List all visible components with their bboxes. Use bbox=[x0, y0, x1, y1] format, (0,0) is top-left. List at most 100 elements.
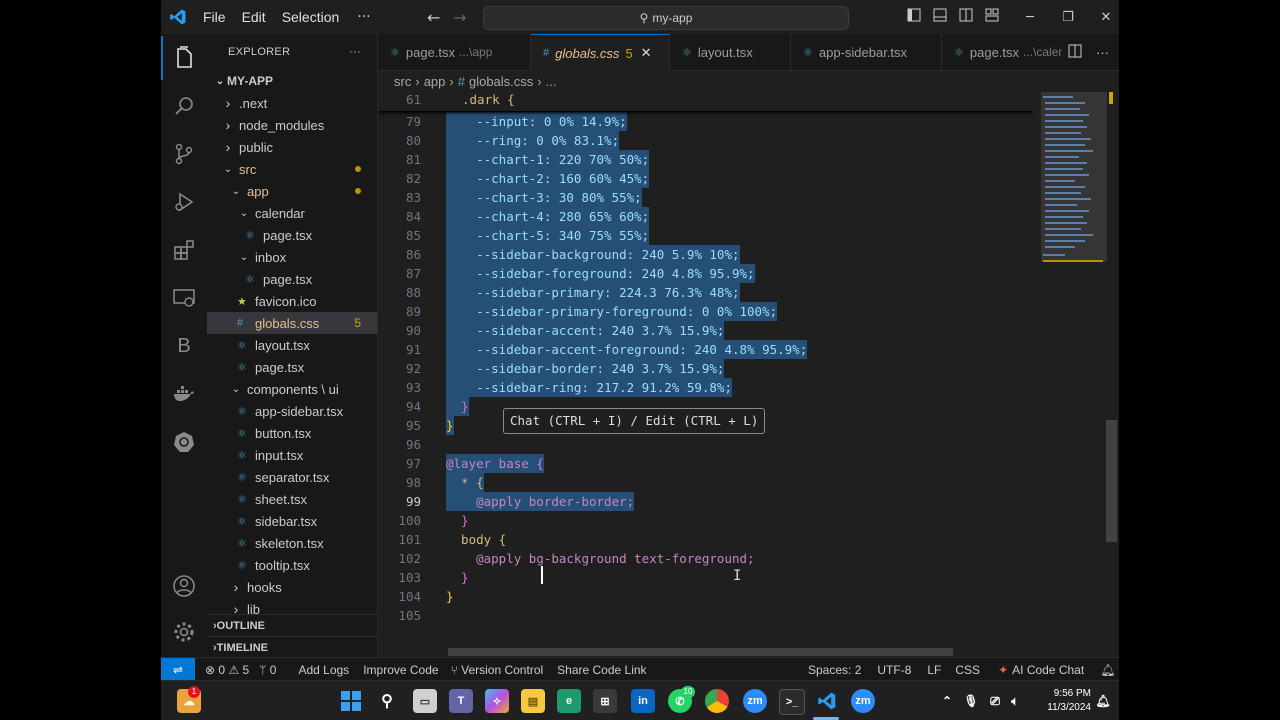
tab-globals-css[interactable]: # globals.css 5 ✕ bbox=[531, 34, 670, 71]
breadcrumb-item[interactable]: app bbox=[424, 74, 446, 89]
problems-status[interactable]: ⊗ 0 ⚠ 5 bbox=[205, 663, 249, 677]
ports-status[interactable]: ᛘ 0 bbox=[259, 663, 276, 677]
customize-layout-icon[interactable] bbox=[979, 8, 1005, 26]
tree-item[interactable]: ⚛ button.tsx bbox=[207, 422, 377, 444]
tree-item[interactable]: ⚛ app-sidebar.tsx bbox=[207, 400, 377, 422]
menu-more[interactable]: ··· bbox=[347, 9, 380, 25]
menu-file[interactable]: File bbox=[195, 9, 234, 25]
account-icon[interactable] bbox=[161, 564, 207, 608]
tab-page-tsx[interactable]: ⚛ page.tsx ...\app bbox=[378, 34, 531, 70]
system-clock[interactable]: 9:56 PM 11/3/2024 bbox=[1021, 687, 1091, 715]
source-control-icon[interactable] bbox=[161, 132, 207, 176]
start-windows-icon[interactable] bbox=[339, 689, 363, 713]
run-debug-icon[interactable] bbox=[161, 180, 207, 224]
search-icon[interactable] bbox=[161, 84, 207, 128]
menu-selection[interactable]: Selection bbox=[274, 9, 348, 25]
language-status[interactable]: CSS bbox=[955, 663, 980, 677]
task-view-icon[interactable]: ▭ bbox=[413, 689, 437, 713]
indentation-status[interactable]: Spaces: 2 bbox=[808, 663, 861, 677]
toggle-primary-sidebar-icon[interactable] bbox=[901, 8, 927, 26]
tree-item[interactable]: ★ favicon.ico bbox=[207, 290, 377, 312]
tree-item[interactable]: ⚛ layout.tsx bbox=[207, 334, 377, 356]
teams-icon[interactable]: T bbox=[449, 689, 473, 713]
toggle-secondary-sidebar-icon[interactable] bbox=[953, 8, 979, 26]
breadcrumb-item[interactable]: ... bbox=[546, 74, 557, 89]
tree-item[interactable]: ⚛ skeleton.tsx bbox=[207, 532, 377, 554]
explorer-more-icon[interactable]: ··· bbox=[349, 46, 361, 58]
chrome-icon[interactable] bbox=[705, 689, 729, 713]
version-control-button[interactable]: ⑂ Version Control bbox=[451, 663, 544, 677]
eol-status[interactable]: LF bbox=[927, 663, 941, 677]
tree-item[interactable]: ⚛ separator.tsx bbox=[207, 466, 377, 488]
remote-indicator-icon[interactable]: ⇌ bbox=[161, 658, 195, 681]
breadcrumb-item[interactable]: globals.css bbox=[469, 74, 533, 89]
timeline-section[interactable]: › TIMELINE bbox=[207, 636, 377, 659]
notifications-bell-icon[interactable]: 🔔︎ bbox=[1100, 663, 1115, 677]
tree-item[interactable]: › hooks bbox=[207, 576, 377, 598]
edge-browser-icon[interactable]: e bbox=[557, 689, 581, 713]
vertical-scrollbar[interactable] bbox=[1106, 420, 1117, 542]
encoding-status[interactable]: UTF-8 bbox=[877, 663, 911, 677]
zoom-meeting-icon[interactable]: zm bbox=[851, 689, 875, 713]
menu-edit[interactable]: Edit bbox=[234, 9, 274, 25]
file-explorer-icon[interactable]: ▤ bbox=[521, 689, 545, 713]
tab-layout-tsx[interactable]: ⚛ layout.tsx bbox=[670, 34, 791, 70]
microphone-icon[interactable]: 🎙︎ bbox=[959, 689, 983, 713]
back-arrow-icon[interactable]: ← bbox=[427, 8, 440, 27]
docker-icon[interactable] bbox=[161, 372, 207, 416]
toggle-panel-icon[interactable] bbox=[927, 8, 953, 26]
show-hidden-icons-icon[interactable]: ⌃ bbox=[935, 689, 959, 713]
horizontal-scrollbar[interactable] bbox=[448, 648, 953, 656]
tree-item[interactable]: ⚛ page.tsx bbox=[207, 268, 377, 290]
tree-item[interactable]: ⌄ calendar bbox=[207, 202, 377, 224]
copilot-icon[interactable]: ✧ bbox=[485, 689, 509, 713]
tree-item[interactable]: ⌄ components \ ui bbox=[207, 378, 377, 400]
share-code-link-button[interactable]: Share Code Link bbox=[557, 663, 646, 677]
minimap[interactable] bbox=[1033, 92, 1119, 657]
tree-item[interactable]: ⚛ tooltip.tsx bbox=[207, 554, 377, 576]
add-logs-button[interactable]: Add Logs bbox=[298, 663, 349, 677]
linkedin-icon[interactable]: in bbox=[631, 689, 655, 713]
explorer-icon[interactable] bbox=[161, 36, 207, 80]
code-editor[interactable]: 61 .dark { 79 --input: 0 0% 14.9%; 80 --r… bbox=[378, 92, 1033, 657]
taskbar-bell-icon[interactable]: 🔔︎ bbox=[1091, 689, 1115, 713]
tree-item[interactable]: # globals.css 5 bbox=[207, 312, 377, 334]
tree-item[interactable]: ⌄ src bbox=[207, 158, 377, 180]
restore-icon[interactable]: ❐ bbox=[1055, 10, 1081, 25]
tree-item[interactable]: ⌄ inbox bbox=[207, 246, 377, 268]
forward-arrow-icon[interactable]: → bbox=[453, 8, 466, 27]
sticky-scroll[interactable]: 61 .dark { bbox=[378, 92, 1033, 111]
breadcrumb-item[interactable]: src bbox=[394, 74, 411, 89]
tree-item[interactable]: ⚛ input.tsx bbox=[207, 444, 377, 466]
editor-more-icon[interactable]: ··· bbox=[1096, 45, 1109, 60]
tree-item[interactable]: › .next bbox=[207, 92, 377, 114]
taskbar-search-icon[interactable]: ⚲ bbox=[375, 689, 399, 713]
terminal-icon[interactable]: >_ bbox=[779, 689, 805, 715]
command-center[interactable]: ⚲ my-app bbox=[483, 6, 849, 30]
remote-explorer-icon[interactable] bbox=[161, 276, 207, 320]
improve-code-button[interactable]: Improve Code bbox=[363, 663, 438, 677]
minimize-icon[interactable]: ─ bbox=[1017, 10, 1043, 25]
tree-item[interactable]: › node_modules bbox=[207, 114, 377, 136]
close-tab-icon[interactable]: ✕ bbox=[641, 45, 652, 61]
tree-item[interactable]: › public bbox=[207, 136, 377, 158]
outline-section[interactable]: › OUTLINE bbox=[207, 614, 377, 637]
zoom-icon[interactable]: zm bbox=[743, 689, 767, 713]
microsoft-store-icon[interactable]: ⊞ bbox=[593, 689, 617, 713]
vscode-taskbar-icon[interactable] bbox=[815, 689, 839, 713]
tree-item[interactable]: ⚛ page.tsx bbox=[207, 356, 377, 378]
extensions-icon[interactable] bbox=[161, 228, 207, 272]
tree-item[interactable]: ⚛ page.tsx bbox=[207, 224, 377, 246]
tree-root[interactable]: ⌄ MY-APP bbox=[207, 70, 377, 92]
close-window-icon[interactable]: ✕ bbox=[1093, 10, 1119, 25]
kubernetes-icon[interactable] bbox=[161, 420, 207, 464]
settings-gear-icon[interactable] bbox=[161, 610, 207, 654]
tab-page-tsx-calendar[interactable]: ⚛ page.tsx ...\calend bbox=[942, 34, 1073, 70]
split-editor-icon[interactable] bbox=[1068, 44, 1082, 61]
tree-item[interactable]: ⌄ app bbox=[207, 180, 377, 202]
tab-app-sidebar-tsx[interactable]: ⚛ app-sidebar.tsx bbox=[791, 34, 942, 70]
blackbox-icon[interactable]: B bbox=[161, 324, 207, 368]
ai-code-chat-button[interactable]: AI Code Chat bbox=[1012, 663, 1084, 677]
tree-item[interactable]: ⚛ sheet.tsx bbox=[207, 488, 377, 510]
tree-item[interactable]: ⚛ sidebar.tsx bbox=[207, 510, 377, 532]
